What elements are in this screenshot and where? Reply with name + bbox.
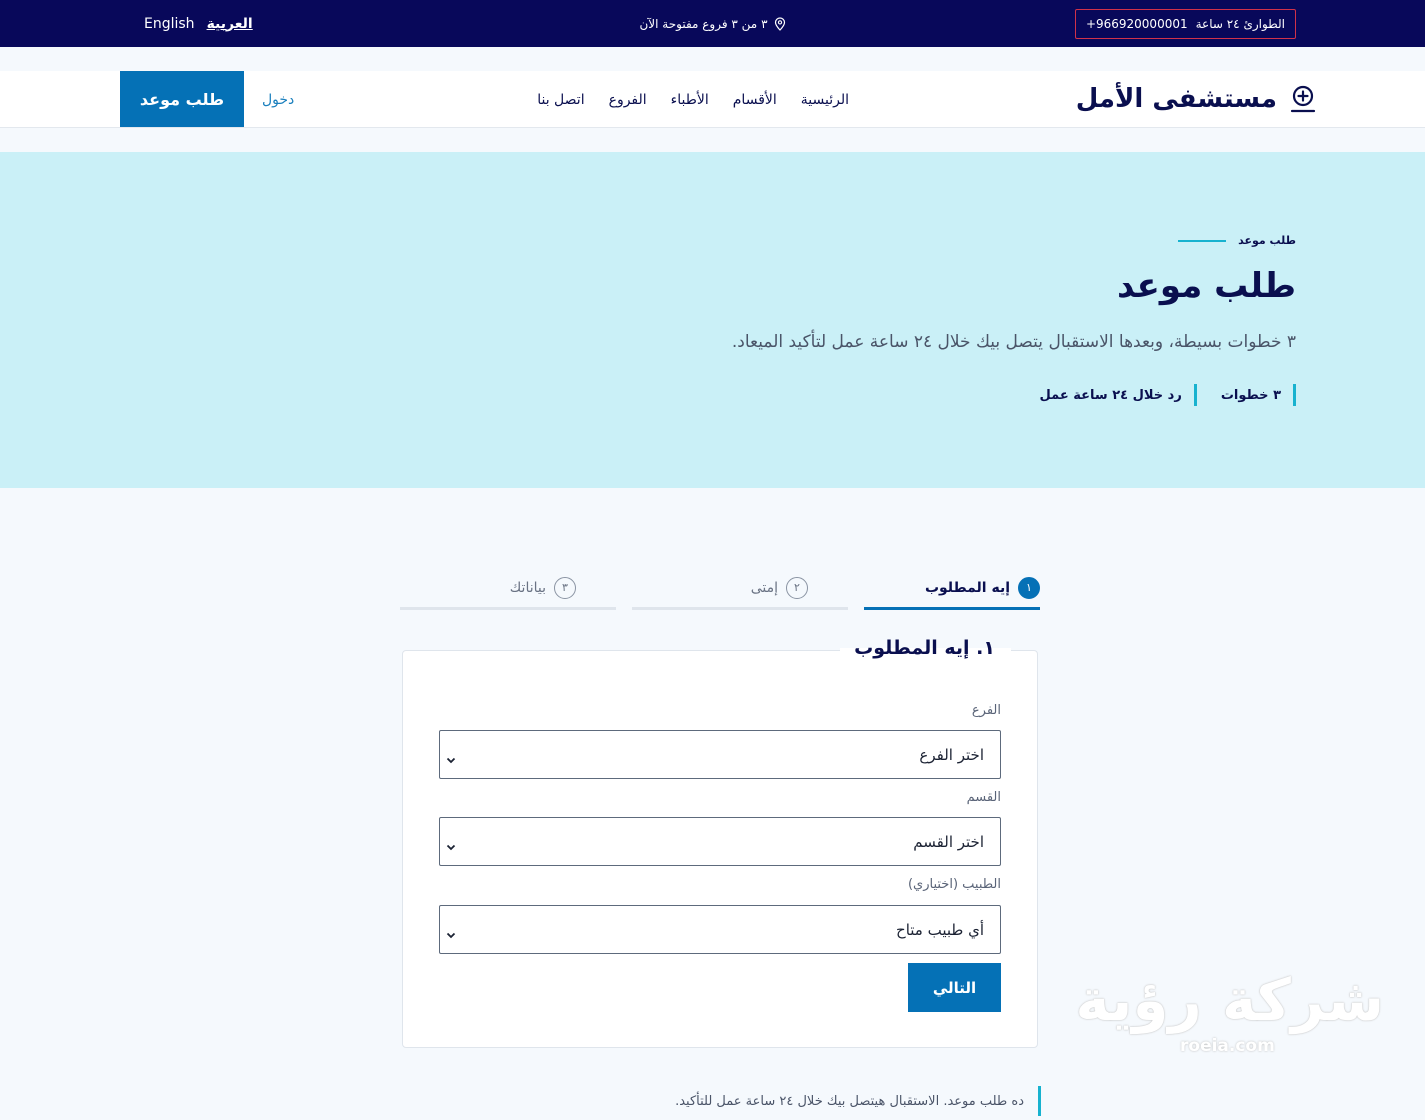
form-footnote: ده طلب موعد. الاستقبال هيتصل بيك خلال ٢٤… [675,1086,1041,1116]
chevron-down-icon [446,750,456,763]
hero-stats: ٣ خطوات رد خلال ٢٤ ساعة عمل [1016,384,1296,406]
nav-contact[interactable]: اتصل بنا [537,92,584,108]
chevron-down-icon [446,837,456,850]
lang-arabic-link[interactable]: العربية [207,16,253,32]
watermark-url: roeia.com [1180,1036,1275,1056]
step-label: إمتى [750,579,778,596]
hero-section: طلب موعد طلب موعد ٣ خطوات بسيطة، وبعدها … [0,152,1425,488]
book-appointment-button[interactable]: طلب موعد [120,71,244,127]
login-link[interactable]: دخول [262,71,294,128]
department-select[interactable]: اختر القسم [439,817,1001,866]
logo-name: مستشفى الأمل [1075,84,1277,114]
page-subtitle: ٣ خطوات بسيطة، وبعدها الاستقبال يتصل بيك… [731,332,1296,352]
next-button[interactable]: التالي [908,963,1001,1012]
department-select-value: اختر القسم [913,832,984,851]
step-tab-details[interactable]: ٣ بياناتك [400,568,616,610]
form-legend: ١. إيه المطلوب [840,637,1011,659]
map-pin-icon [774,16,786,31]
top-bar: الطوارئ ٢٤ ساعة +966920000001 ٣ من ٣ فرو… [0,0,1425,47]
stat-steps: ٣ خطوات [1209,384,1296,406]
branches-status-text: ٣ من ٣ فروع مفتوحة الآن [639,16,768,31]
main-header: مستشفى الأمل الرئيسية الأقسام الأطباء ال… [0,71,1425,128]
step-label: بياناتك [509,579,546,596]
stat-response-time: رد خلال ٢٤ ساعة عمل [1028,384,1197,406]
lang-english-link[interactable]: English [144,16,195,32]
step-tab-when[interactable]: ٢ إمتى [632,568,848,610]
eyebrow: طلب موعد [1178,234,1296,247]
doctor-select-value: أي طبيب متاح [896,920,984,939]
step-tabs: ١ إيه المطلوب ٢ إمتى ٣ بياناتك [400,568,1040,612]
step-tab-what[interactable]: ١ إيه المطلوب [864,568,1040,610]
step-number: ٢ [786,576,808,599]
doctor-label: الطبيب (اختياري) [907,877,1001,892]
appointment-form-card: ١. إيه المطلوب الفرع اختر الفرع القسم اخ… [402,637,1038,1048]
nav-home[interactable]: الرئيسية [801,92,849,108]
plus-circle-person-icon [1289,85,1317,113]
branch-label: الفرع [971,703,1001,718]
step-label: إيه المطلوب [924,579,1010,596]
chevron-down-icon [446,925,456,938]
nav-doctors[interactable]: الأطباء [671,92,709,108]
department-label: القسم [966,790,1001,805]
nav-departments[interactable]: الأقسام [733,92,777,108]
page-title: طلب موعد [1117,266,1296,306]
step-number: ١ [1018,576,1040,599]
language-switcher: English العربية [144,0,253,47]
branch-select-value: اختر الفرع [919,745,984,764]
watermark-logo: شركة رؤية roeia.com [1075,966,1384,1066]
site-logo[interactable]: مستشفى الأمل [1076,77,1317,121]
eyebrow-text: طلب موعد [1238,234,1296,247]
main-nav: الرئيسية الأقسام الأطباء الفروع اتصل بنا [537,71,849,128]
doctor-select[interactable]: أي طبيب متاح [439,905,1001,954]
branch-select[interactable]: اختر الفرع [439,730,1001,779]
watermark-text: شركة رؤية [1075,966,1384,1034]
step-number: ٣ [554,576,576,599]
nav-branches[interactable]: الفروع [609,92,647,108]
eyebrow-line [1178,239,1227,242]
